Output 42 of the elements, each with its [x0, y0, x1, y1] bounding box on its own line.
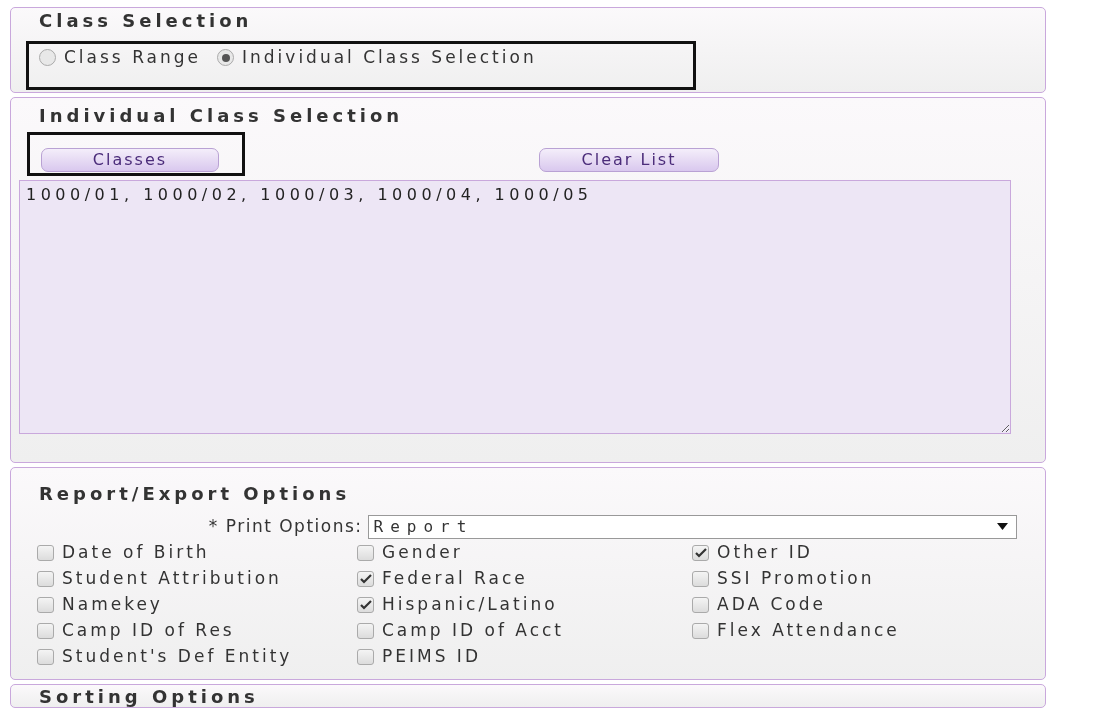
section-title: Individual Class Selection [39, 104, 405, 128]
radio-button[interactable] [39, 49, 56, 67]
class-list-field[interactable]: 1000/01, 1000/02, 1000/03, 1000/04, 1000/05 [19, 180, 1011, 434]
clear-list-button[interactable]: Clear List [539, 148, 719, 172]
checkbox-label[interactable]: PEIMS ID [382, 643, 481, 670]
checkbox-label[interactable]: Namekey [62, 591, 163, 618]
field-label: * Print Options: [207, 515, 364, 538]
classes-button[interactable]: Classes [41, 148, 219, 172]
checkbox[interactable] [37, 570, 54, 587]
checkbox[interactable] [37, 596, 54, 613]
checkbox-label[interactable]: Hispanic/Latino [382, 591, 558, 618]
checkbox-label[interactable]: Other ID [717, 539, 813, 566]
checkbox-label[interactable]: Student's Def Entity [62, 643, 293, 670]
checkbox-label[interactable]: ADA Code [717, 591, 826, 618]
checkbox-label[interactable]: Gender [382, 539, 463, 566]
checkbox-label[interactable]: Federal Race [382, 565, 528, 592]
checkbox[interactable] [357, 570, 374, 587]
checkbox[interactable] [692, 570, 709, 587]
checkbox-label[interactable]: SSI Promotion [717, 565, 875, 592]
section-title: Sorting Options [39, 685, 260, 709]
checkbox[interactable] [692, 622, 709, 639]
section-title: Report/Export Options [39, 482, 352, 506]
checkbox[interactable] [357, 544, 374, 561]
checkbox-label[interactable]: Student Attribution [62, 565, 282, 592]
radio-label[interactable]: Individual Class Selection [242, 45, 537, 71]
print-options-select[interactable]: Report [367, 514, 1017, 539]
caret-icon [997, 523, 1008, 531]
checkbox[interactable] [37, 648, 54, 665]
section-title: Class Selection [39, 9, 254, 33]
checkbox-label[interactable]: Camp ID of Acct [382, 617, 565, 644]
checkbox[interactable] [37, 544, 54, 561]
checkbox[interactable] [357, 648, 374, 665]
checkbox-label[interactable]: Flex Attendance [717, 617, 900, 644]
checkbox[interactable] [357, 622, 374, 639]
radio-label[interactable]: Class Range [64, 45, 201, 71]
checkbox-label[interactable]: Camp ID of Res [62, 617, 235, 644]
checkbox[interactable] [692, 596, 709, 613]
checkbox[interactable] [37, 622, 54, 639]
checkbox[interactable] [357, 596, 374, 613]
checkbox-label[interactable]: Date of Birth [62, 539, 210, 566]
checkbox[interactable] [692, 544, 709, 561]
radio-button[interactable] [217, 49, 234, 67]
